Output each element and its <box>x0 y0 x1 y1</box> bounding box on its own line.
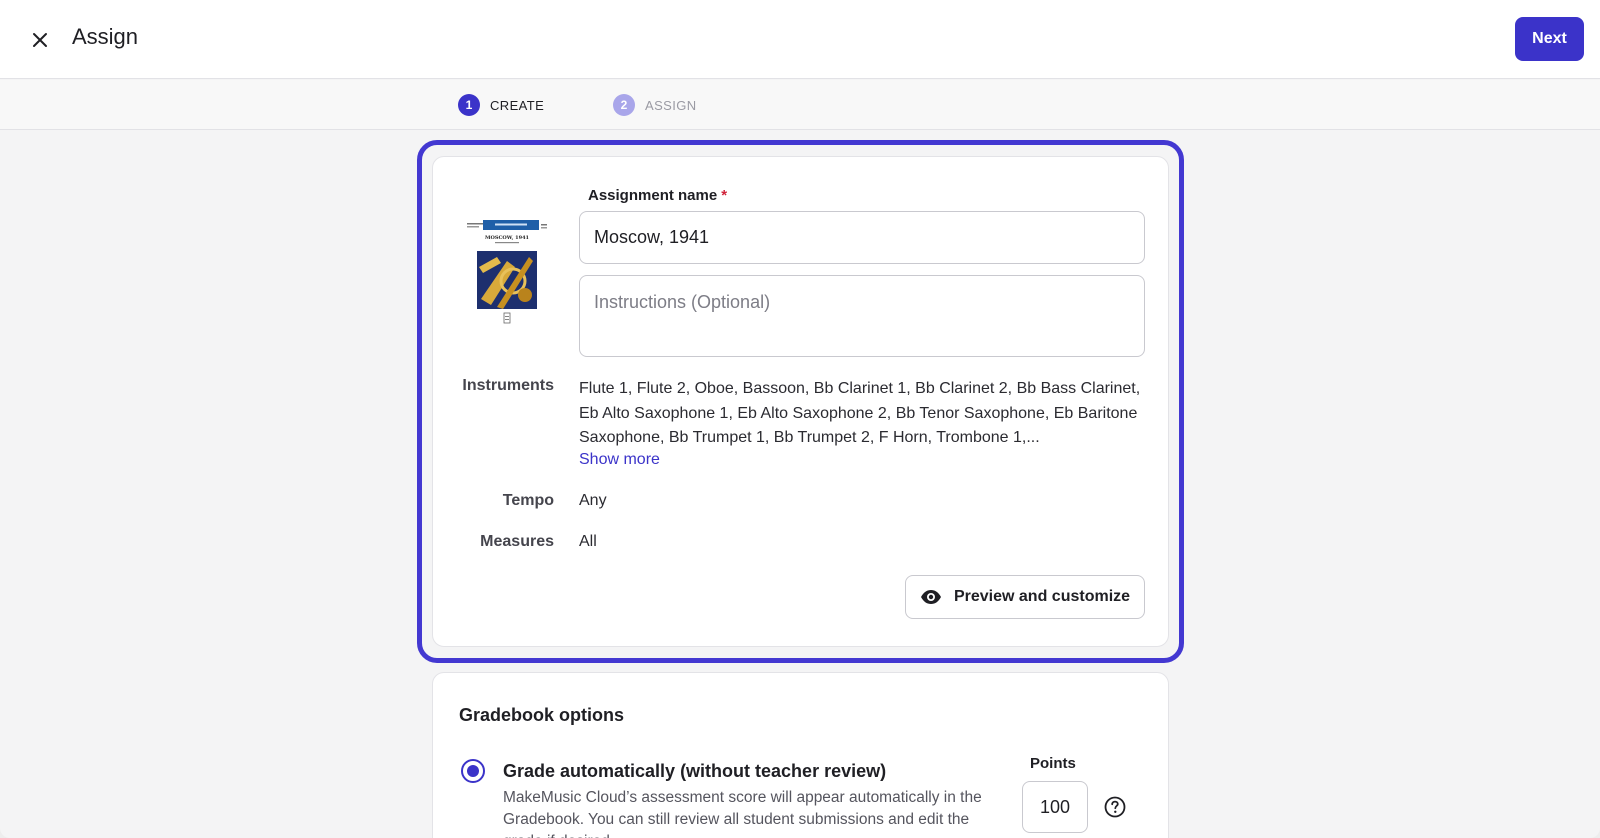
grade-automatically-radio[interactable] <box>461 759 485 783</box>
grade-automatically-title: Grade automatically (without teacher rev… <box>503 761 887 781</box>
gradebook-options-card: Gradebook options Grade automatically (w… <box>432 672 1169 838</box>
cover-title: MOSCOW, 1941 <box>485 235 529 241</box>
grade-automatically-description: MakeMusic Cloud’s assessment score will … <box>503 789 982 838</box>
show-more-link[interactable]: Show more <box>579 451 660 469</box>
points-label: Points <box>1030 755 1076 772</box>
assignment-name-label-text: Assignment name <box>588 187 718 204</box>
preview-button-label: Preview and customize <box>953 588 1131 605</box>
score-cover-image: MOSCOW, 1941 <box>467 217 547 329</box>
help-icon[interactable] <box>1103 795 1127 819</box>
step-number: 2 <box>613 94 635 116</box>
step-label: ASSIGN <box>645 97 697 113</box>
instructions-input[interactable] <box>579 275 1145 357</box>
close-icon <box>33 33 47 47</box>
assignment-name-label: Assignment name * <box>588 187 727 204</box>
measures-value: All <box>579 533 597 550</box>
next-button[interactable]: Next <box>1515 17 1584 61</box>
tempo-label: Tempo <box>502 492 554 509</box>
preview-and-customize-button[interactable]: Preview and customize <box>905 575 1145 619</box>
radio-selected-dot <box>467 765 479 777</box>
header-bar: Assign Next <box>0 0 1600 79</box>
eye-icon <box>920 590 941 604</box>
gradebook-title: Gradebook options <box>459 705 625 725</box>
assignment-details-card: MOSCOW, 1941 Assignment name* Instrument… <box>432 156 1169 647</box>
step-create[interactable]: 1 CREATE <box>458 94 544 116</box>
tempo-value: Any <box>579 492 607 509</box>
step-number: 1 <box>458 94 480 116</box>
close-button[interactable] <box>26 26 54 54</box>
step-assign[interactable]: 2 ASSIGN <box>613 94 697 116</box>
instruments-label: Instruments <box>462 377 554 394</box>
assignment-name-input[interactable] <box>579 211 1145 264</box>
stepper: 1 CREATE 2 ASSIGN <box>0 80 1600 130</box>
instruments-value: Flute 1, Flute 2, Oboe, Bassoon, Bb Clar… <box>579 380 1141 446</box>
points-input[interactable] <box>1022 781 1088 833</box>
measures-label: Measures <box>480 533 554 550</box>
assign-window: Assign Next 1 CREATE 2 ASSIGN MOSCOW, 19… <box>0 0 1600 838</box>
required-marker: * <box>721 187 728 204</box>
page-title: Assign <box>72 24 139 49</box>
step-label: CREATE <box>490 97 545 113</box>
